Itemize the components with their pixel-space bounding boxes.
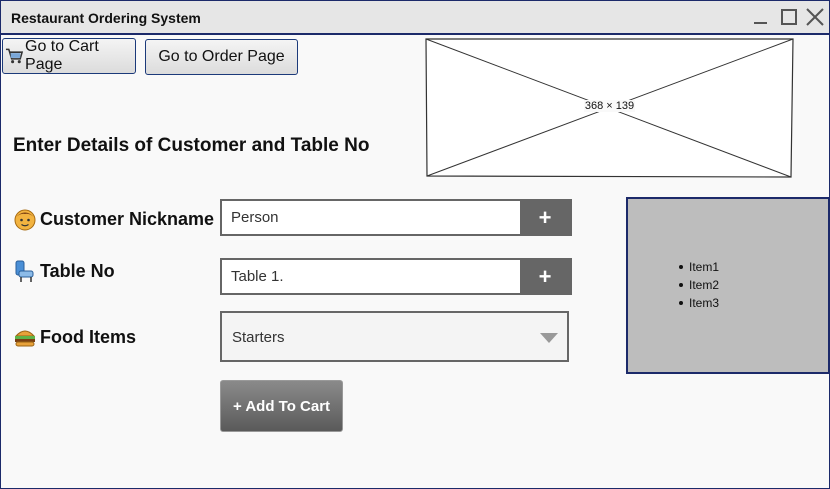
go-to-cart-label: Go to Cart Page: [25, 38, 99, 73]
list-item: Item1: [678, 260, 720, 274]
food-items-text: Food Items: [40, 326, 137, 347]
minimize-button[interactable]: [751, 7, 771, 27]
cart-icon: [5, 48, 24, 64]
table-input[interactable]: [222, 260, 522, 293]
face-icon: [14, 209, 36, 231]
go-to-order-label: Go to Order Page: [158, 48, 285, 65]
nickname-field: +: [220, 199, 572, 236]
table-field: +: [220, 258, 572, 295]
customer-nickname-label: Customer Nickname: [13, 207, 214, 231]
list-item: Item3: [678, 296, 720, 310]
table-no-text: Table No: [40, 260, 115, 281]
close-button[interactable]: [805, 7, 825, 27]
table-no-label: Table No: [13, 259, 115, 283]
food-items-selected: Starters: [232, 329, 285, 346]
item-list-panel: Item1 Item2 Item3: [626, 197, 830, 374]
image-placeholder-size-label: 368 × 139: [583, 100, 636, 112]
add-to-cart-button[interactable]: + Add To Cart: [220, 380, 343, 432]
form-heading: Enter Details of Customer and Table No: [13, 135, 370, 156]
go-to-order-button[interactable]: Go to Order Page: [145, 39, 298, 75]
add-table-button[interactable]: +: [520, 260, 570, 293]
close-icon: [806, 8, 824, 26]
add-nickname-button[interactable]: +: [520, 201, 570, 234]
title-bar: Restaurant Ordering System: [1, 1, 829, 35]
burger-icon: [14, 330, 36, 347]
window-title: Restaurant Ordering System: [11, 10, 201, 26]
nickname-input[interactable]: [222, 201, 522, 234]
image-placeholder: 368 × 139: [425, 38, 794, 178]
maximize-icon: [781, 9, 797, 25]
food-items-select[interactable]: Starters: [220, 311, 569, 362]
seat-icon: [15, 260, 34, 282]
go-to-cart-button[interactable]: Go to Cart Page: [2, 38, 136, 74]
app-window: Restaurant Ordering System Go to Cart Pa…: [0, 0, 830, 489]
item-list: Item1 Item2 Item3: [678, 258, 720, 312]
customer-nickname-text: Customer Nickname: [40, 208, 215, 229]
chevron-down-icon: [540, 333, 558, 343]
food-items-label: Food Items: [13, 325, 136, 349]
list-item: Item2: [678, 278, 720, 292]
minimize-icon: [754, 22, 767, 24]
maximize-button[interactable]: [779, 7, 799, 27]
